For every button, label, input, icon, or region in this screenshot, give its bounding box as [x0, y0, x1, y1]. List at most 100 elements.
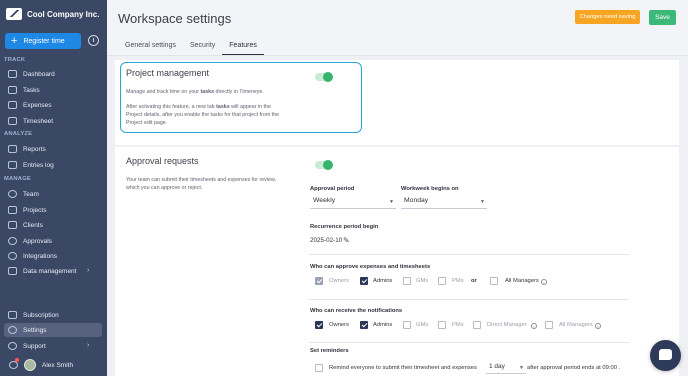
tab-general-settings[interactable]: General settings	[118, 40, 183, 56]
approval-requests-toggle[interactable]	[315, 159, 333, 170]
sidebar-item-projects[interactable]: Projects	[8, 206, 46, 214]
desc-text: directly in Timeneye.	[214, 89, 264, 95]
sidebar-item-label: Expenses	[23, 101, 52, 109]
data-management-icon	[8, 267, 17, 275]
sidebar-item-settings[interactable]: Settings	[8, 326, 47, 334]
project-management-title: Project management	[126, 68, 210, 78]
chat-widget-button[interactable]	[650, 340, 681, 371]
approver-gms-label: GMs	[416, 278, 429, 284]
notif-gms-checkbox[interactable]	[403, 321, 411, 329]
sidebar-item-support[interactable]: Support	[8, 342, 46, 350]
notif-all-managers-label: All Managers	[559, 322, 593, 328]
sidebar-item-entries-log[interactable]: Entries log	[8, 161, 54, 169]
approver-pms-checkbox[interactable]	[438, 277, 446, 285]
approval-requests-description: Your team can submit their timesheets an…	[126, 177, 276, 191]
company-logo-icon	[6, 8, 22, 20]
notif-admins-checkbox[interactable]	[360, 321, 368, 329]
notif-admins-label: Admins	[373, 322, 393, 328]
section-analyze: ANALYZE	[4, 131, 33, 137]
section-manage: MANAGE	[4, 176, 31, 182]
chevron-right-icon: ›	[87, 267, 90, 274]
user-name: Alex Smith	[42, 361, 74, 369]
sidebar-item-label: Clients	[23, 221, 43, 229]
sidebar-item-expenses[interactable]: Expenses	[8, 101, 52, 109]
chevron-right-icon: ›	[87, 342, 90, 349]
sidebar-item-label: Projects	[23, 206, 47, 214]
sidebar-item-label: Entries log	[23, 161, 54, 169]
sidebar-item-label: Data management	[23, 267, 77, 275]
notif-owners-checkbox[interactable]	[315, 321, 323, 329]
reminder-checkbox[interactable]	[315, 364, 323, 372]
caret-down-icon: ▼	[480, 199, 485, 205]
section-track: TRACK	[4, 57, 26, 63]
clients-icon	[8, 221, 17, 229]
register-time-button[interactable]: + Register time	[5, 33, 81, 49]
sidebar-item-label: Team	[23, 190, 39, 198]
save-button[interactable]: Save	[649, 10, 676, 25]
project-management-note: After activating this feature, a new tab…	[126, 103, 286, 127]
pencil-icon[interactable]: ✎	[343, 236, 350, 245]
changes-need-saving-badge: Changes need saving	[575, 10, 640, 24]
tab-features[interactable]: Features	[222, 40, 264, 56]
reports-icon	[8, 145, 17, 153]
sidebar: Cool Company Inc. + Register time TRACK …	[0, 0, 107, 376]
company-name: Cool Company Inc.	[27, 9, 100, 19]
company-logo[interactable]: Cool Company Inc.	[6, 8, 99, 20]
sidebar-item-label: Integrations	[23, 252, 57, 260]
sidebar-item-dashboard[interactable]: Dashboard	[8, 70, 55, 78]
sidebar-item-subscription[interactable]: Subscription	[8, 311, 59, 319]
approver-admins-label: Admins	[373, 278, 393, 284]
approver-all-managers-checkbox[interactable]	[490, 277, 498, 285]
notif-label: Who can receive the notifications	[310, 308, 403, 314]
sidebar-item-data-management[interactable]: Data management	[8, 267, 76, 275]
sidebar-item-team[interactable]: Team	[8, 190, 39, 198]
approver-admins-checkbox[interactable]	[360, 277, 368, 285]
recurrence-label: Recurrence period begin	[310, 224, 379, 230]
project-management-toggle[interactable]	[315, 71, 333, 82]
reminder-text: Remind everyone to submit their timeshee…	[329, 365, 477, 371]
reminders-label: Set reminders	[310, 348, 349, 354]
notif-pms-label: PMs	[452, 322, 464, 328]
desc-bold: tasks	[200, 89, 215, 95]
reminder-amount-value: 1 day	[489, 363, 505, 370]
approvals-icon	[8, 237, 17, 245]
project-management-description: Manage and track time on your tasks dire…	[126, 88, 296, 96]
approver-gms-checkbox[interactable]	[403, 277, 411, 285]
sidebar-item-timesheet[interactable]: Timesheet	[8, 117, 53, 125]
tab-security[interactable]: Security	[183, 40, 222, 56]
approvers-label: Who can approve expenses and timesheets	[310, 264, 431, 270]
info-icon[interactable]: i	[595, 323, 601, 329]
divider	[309, 254, 629, 255]
desc-text: Manage and track time on your	[126, 89, 201, 95]
clock-icon[interactable]	[88, 35, 99, 46]
notif-direct-manager-checkbox[interactable]	[473, 321, 481, 329]
expenses-icon	[8, 101, 17, 109]
info-icon[interactable]: i	[531, 323, 537, 329]
approval-requests-title: Approval requests	[126, 156, 199, 166]
reminder-amount-select[interactable]: 1 day ▼	[486, 363, 526, 374]
notif-owners-label: Owners	[329, 322, 349, 328]
approval-period-select[interactable]: Weekly ▼	[310, 197, 396, 209]
sidebar-item-tasks[interactable]: Tasks	[8, 86, 40, 94]
projects-icon	[8, 206, 17, 214]
sidebar-item-clients[interactable]: Clients	[8, 221, 43, 229]
workweek-value: Monday	[404, 197, 429, 204]
approver-owners-label: Owners	[329, 278, 349, 284]
sidebar-item-label: Approvals	[23, 237, 52, 245]
caret-down-icon: ▼	[389, 199, 394, 205]
bell-icon[interactable]	[9, 361, 18, 369]
info-icon[interactable]: i	[541, 279, 547, 285]
notif-all-managers-checkbox[interactable]	[545, 321, 553, 329]
recurrence-value: 2025-02-10	[310, 237, 343, 244]
integrations-icon	[8, 252, 17, 260]
sidebar-item-label: Dashboard	[23, 70, 55, 78]
approver-pms-label: PMs	[452, 278, 464, 284]
workweek-select[interactable]: Monday ▼	[401, 197, 487, 209]
sidebar-item-label: Reports	[23, 145, 46, 153]
sidebar-item-integrations[interactable]: Integrations	[8, 252, 57, 260]
sidebar-item-approvals[interactable]: Approvals	[8, 237, 52, 245]
divider	[309, 342, 629, 343]
sidebar-item-reports[interactable]: Reports	[8, 145, 46, 153]
notif-direct-manager-label: Direct Manager	[487, 322, 527, 328]
notif-pms-checkbox[interactable]	[438, 321, 446, 329]
